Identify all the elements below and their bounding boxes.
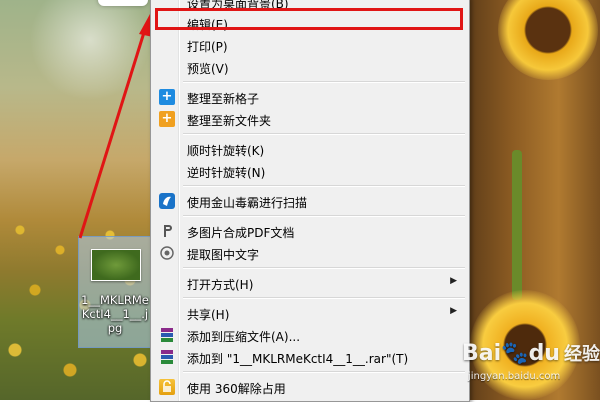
360-unlock-icon <box>159 379 175 395</box>
menu-item-add-to-rar[interactable]: 添加到 "1__MKLRMeKctI4__1__.rar"(T) <box>153 346 465 368</box>
menu-separator <box>183 267 465 269</box>
menu-item-organize-new-folder[interactable]: + 整理至新文件夹 <box>153 108 465 130</box>
menu-item-label: 添加到 "1__MKLRMeKctI4__1__.rar"(T) <box>187 352 409 366</box>
watermark-brand2: du <box>528 341 560 366</box>
menu-item-label: 打印(P) <box>187 40 228 54</box>
menu-item-label: 共享(H) <box>187 308 230 322</box>
watermark-url: jingyan.baidu.com <box>468 371 561 382</box>
desktop-file-icon[interactable]: 1__MKLRMeKctI4__1__.jpg <box>78 236 152 348</box>
menu-item-label: 整理至新文件夹 <box>187 114 272 128</box>
menu-item-print[interactable]: 打印(P) <box>153 34 465 56</box>
menu-item-label: 逆时针旋转(N) <box>187 166 266 180</box>
menu-item-open-with[interactable]: 打开方式(H) ▶ <box>153 272 465 294</box>
menu-item-label: 预览(V) <box>187 62 229 76</box>
menu-item-rotate-counterclockwise[interactable]: 逆时针旋转(N) <box>153 160 465 182</box>
paw-icon: 🐾 <box>501 341 529 366</box>
menu-separator <box>183 81 465 83</box>
menu-item-label: 打开方式(H) <box>187 278 254 292</box>
menu-item-organize-new-grid[interactable]: + 整理至新格子 <box>153 86 465 108</box>
menu-item-preview[interactable]: 预览(V) <box>153 56 465 78</box>
watermark-jingyan: 经验 <box>563 344 600 365</box>
file-name-label: 1__MKLRMeKctI4__1__.jpg <box>81 293 149 335</box>
winrar-icon <box>159 327 175 343</box>
menu-item-label: 整理至新格子 <box>187 92 260 106</box>
menu-item-label: 使用 360解除占用 <box>187 382 286 396</box>
image-thumbnail <box>91 249 141 281</box>
menu-item-share[interactable]: 共享(H) ▶ <box>153 302 465 324</box>
winrar-icon <box>159 349 175 365</box>
menu-separator <box>183 133 465 135</box>
menu-separator <box>183 215 465 217</box>
submenu-arrow-icon: ▶ <box>450 306 457 316</box>
menu-item-label: 提取图中文字 <box>187 248 260 262</box>
menu-item-jinshan-scan[interactable]: 使用金山毒霸进行扫描 <box>153 190 465 212</box>
menu-separator <box>183 185 465 187</box>
pdf-tool-icon <box>159 223 175 239</box>
menu-item-360-unlock[interactable]: 使用 360解除占用 <box>153 376 465 398</box>
plus-blue-icon: + <box>159 89 175 105</box>
menu-separator <box>183 371 465 373</box>
menu-separator <box>183 297 465 299</box>
submenu-arrow-icon: ▶ <box>450 276 457 286</box>
tooltip-fragment <box>98 0 148 6</box>
wallpaper-sunflower-stem <box>512 150 522 300</box>
context-menu: 设置为桌面背景(B) 编辑(E) 打印(P) 预览(V) + 整理至新格子 + … <box>150 0 470 402</box>
ocr-icon <box>159 245 175 261</box>
baidu-jingyan-watermark: Bai🐾du 经验 <box>462 340 600 366</box>
menu-item-rotate-clockwise[interactable]: 顺时针旋转(K) <box>153 138 465 160</box>
menu-item-add-to-archive[interactable]: 添加到压缩文件(A)... <box>153 324 465 346</box>
jinshan-duba-icon <box>159 193 175 209</box>
menu-item-extract-text[interactable]: 提取图中文字 <box>153 242 465 264</box>
annotation-highlight-box <box>155 8 463 30</box>
menu-item-label: 多图片合成PDF文档 <box>187 226 295 240</box>
plus-orange-icon: + <box>159 111 175 127</box>
menu-item-label: 使用金山毒霸进行扫描 <box>187 196 308 210</box>
watermark-brand: Bai <box>462 341 502 366</box>
menu-item-merge-pdf[interactable]: 多图片合成PDF文档 <box>153 220 465 242</box>
menu-item-label: 顺时针旋转(K) <box>187 144 265 158</box>
menu-item-label: 添加到压缩文件(A)... <box>187 330 301 344</box>
